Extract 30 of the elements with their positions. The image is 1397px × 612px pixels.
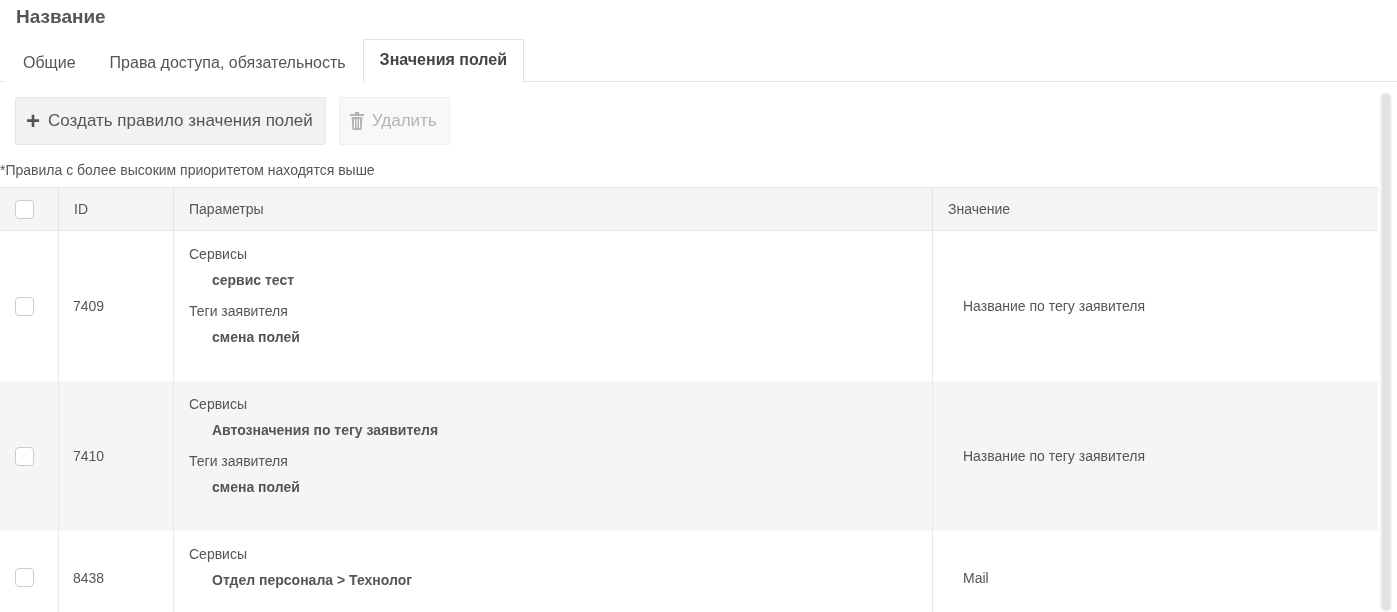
trash-icon (349, 112, 364, 130)
value-cell-text: Mail (963, 568, 990, 587)
column-header: Значение (948, 200, 1011, 218)
row-checkbox[interactable] (15, 296, 34, 316)
priority-note: *Правила с более высоким приоритетом находятся выше (0, 161, 376, 180)
parameter-value: смена полей (211, 478, 301, 496)
create-rule-button[interactable]: + Создать правило значения полей (15, 97, 326, 145)
parameter-label: Теги заявителя (189, 452, 289, 470)
scrollbar[interactable] (1379, 92, 1392, 612)
select-all-checkbox[interactable] (15, 199, 34, 219)
parameter-value: смена полей (211, 328, 301, 346)
id-cell-text: 8438 (73, 568, 106, 587)
parameter-label: Теги заявителя (189, 302, 289, 320)
table-row[interactable]: 7410 Сервисы Автозначения по тегу заявителя Теги заявителя смена полей Название по тегу заявителя (0, 381, 1378, 531)
column-header: ID (74, 200, 88, 218)
value-cell-text: Название по тегу заявителя (963, 447, 1147, 465)
parameter-label: Сервисы (189, 245, 248, 263)
value-cell-text: Название по тегу заявителя (963, 297, 1147, 315)
id-cell-text: 7409 (73, 297, 106, 315)
parameter-label: Сервисы (189, 545, 248, 563)
parameter-value: Автозначения по тегу заявителя (211, 421, 440, 439)
parameter-label: Сервисы (189, 395, 248, 413)
id-cell-text: 7410 (73, 447, 106, 465)
parameter-value: сервис тест (211, 271, 296, 289)
page-title: Название (15, 5, 107, 29)
tab[interactable]: Значения полей (362, 39, 524, 82)
row-checkbox[interactable] (15, 446, 34, 466)
column-header: Параметры (189, 200, 264, 218)
parameter-value: Отдел персонала > Технолог (211, 571, 414, 589)
row-checkbox[interactable] (15, 568, 34, 587)
